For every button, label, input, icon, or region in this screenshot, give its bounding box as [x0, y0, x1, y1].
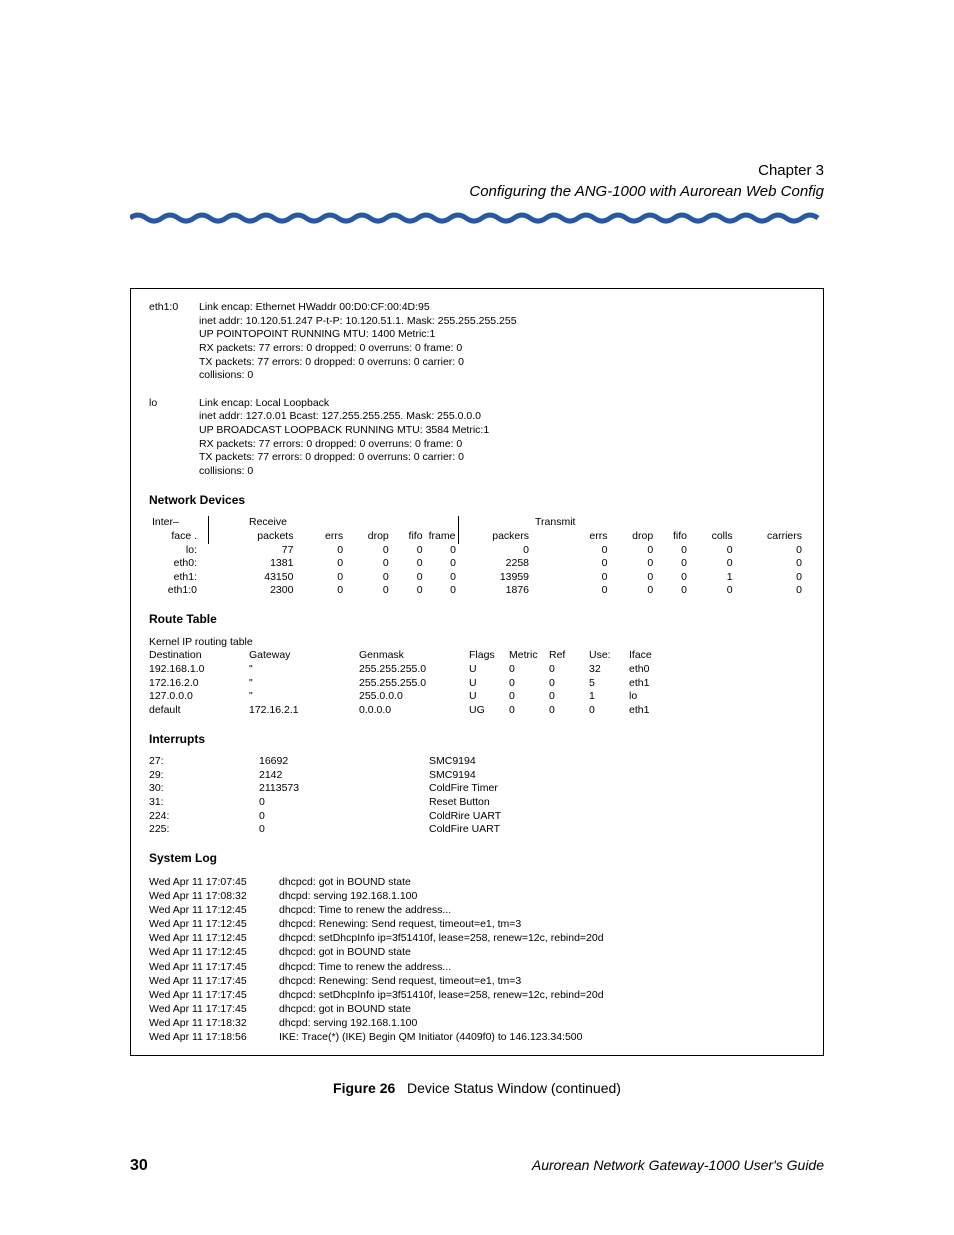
syslog-message: dhcpcd: setDhcpInfo ip=3f51410f, lease=2… [279, 988, 604, 1002]
syslog-message: dhcpcd: Time to renew the address... [279, 960, 451, 974]
route-row: default172.16.2.10.0.0.0UG000eth1 [149, 704, 669, 718]
section-route-table: Route Table [149, 612, 805, 628]
syslog-message: dhcpcd: Renewing: Send request, timeout=… [279, 974, 521, 988]
syslog-message: dhcpcd: setDhcpInfo ip=3f51410f, lease=2… [279, 931, 604, 945]
syslog-message: dhcpd: serving 192.168.1.100 [279, 889, 417, 903]
page: Chapter 3 Configuring the ANG-1000 with … [0, 0, 954, 1235]
interrupt-row: 27:16692SMC9194 [149, 755, 531, 769]
netdev-row: eth0:13810000225800000 [149, 557, 805, 571]
syslog-entry: Wed Apr 11 17:07:45dhcpcd: got in BOUND … [149, 875, 805, 889]
interrupt-row: 29:2142SMC9194 [149, 769, 531, 783]
syslog-timestamp: Wed Apr 11 17:12:45 [149, 945, 279, 959]
interrupt-row: 30:2113573ColdFire Timer [149, 782, 531, 796]
netdev-row: eth1:4315000001395900010 [149, 571, 805, 585]
syslog-entry: Wed Apr 11 17:18:32dhcpd: serving 192.16… [149, 1016, 805, 1030]
syslog-entry: Wed Apr 11 17:17:45dhcpcd: Time to renew… [149, 960, 805, 974]
interface-entry: eth1:0Link encap: Ethernet HWaddr 00:D0:… [149, 301, 805, 383]
status-window: eth1:0Link encap: Ethernet HWaddr 00:D0:… [130, 288, 824, 1056]
interrupt-row: 31:0Reset Button [149, 796, 531, 810]
syslog-message: dhcpcd: got in BOUND state [279, 1002, 411, 1016]
network-devices-table: Inter– Receive Transmit face . packets e… [149, 516, 805, 598]
syslog-entry: Wed Apr 11 17:17:45dhcpcd: got in BOUND … [149, 1002, 805, 1016]
netdev-header-row: face . packets errs drop fifo frame pack… [149, 530, 805, 544]
syslog-timestamp: Wed Apr 11 17:17:45 [149, 1002, 279, 1016]
interface-detail: Link encap: Ethernet HWaddr 00:D0:CF:00:… [199, 301, 805, 383]
interface-detail: Link encap: Local Loopback inet addr: 12… [199, 397, 805, 479]
route-pretitle: Kernel IP routing table [149, 636, 805, 650]
header-transmit: Transmit [532, 516, 611, 530]
syslog-timestamp: Wed Apr 11 17:12:45 [149, 917, 279, 931]
chapter-subtitle: Configuring the ANG-1000 with Aurorean W… [130, 181, 824, 202]
route-table: Destination Gateway Genmask Flags Metric… [149, 649, 669, 717]
netdev-row: lo:770000000000 [149, 544, 805, 558]
route-row: 192.168.1.0"255.255.255.0U0032eth0 [149, 663, 669, 677]
syslog-timestamp: Wed Apr 11 17:12:45 [149, 931, 279, 945]
syslog-message: dhcpd: serving 192.168.1.100 [279, 1016, 417, 1030]
syslog-entry: Wed Apr 11 17:17:45dhcpcd: setDhcpInfo i… [149, 988, 805, 1002]
syslog-entry: Wed Apr 11 17:12:45dhcpcd: Renewing: Sen… [149, 917, 805, 931]
route-row: 172.16.2.0"255.255.255.0U005eth1 [149, 677, 669, 691]
syslog-timestamp: Wed Apr 11 17:18:56 [149, 1030, 279, 1044]
syslog-timestamp: Wed Apr 11 17:17:45 [149, 974, 279, 988]
route-header-row: Destination Gateway Genmask Flags Metric… [149, 649, 669, 663]
syslog-timestamp: Wed Apr 11 17:08:32 [149, 889, 279, 903]
syslog-timestamp: Wed Apr 11 17:07:45 [149, 875, 279, 889]
syslog-timestamp: Wed Apr 11 17:17:45 [149, 960, 279, 974]
page-footer: 30 Aurorean Network Gateway-1000 User's … [130, 1157, 824, 1175]
syslog-message: dhcpcd: got in BOUND state [279, 945, 411, 959]
chapter-label: Chapter 3 [130, 160, 824, 181]
interface-entry: loLink encap: Local Loopback inet addr: … [149, 397, 805, 479]
syslog-message: dhcpcd: Renewing: Send request, timeout=… [279, 917, 521, 931]
section-interrupts: Interrupts [149, 732, 805, 748]
figure-caption: Figure 26 Device Status Window (continue… [130, 1080, 824, 1096]
syslog-timestamp: Wed Apr 11 17:18:32 [149, 1016, 279, 1030]
page-header: Chapter 3 Configuring the ANG-1000 with … [130, 160, 824, 202]
syslog-timestamp: Wed Apr 11 17:17:45 [149, 988, 279, 1002]
syslog-entry: Wed Apr 11 17:12:45dhcpcd: Time to renew… [149, 903, 805, 917]
interface-list: eth1:0Link encap: Ethernet HWaddr 00:D0:… [149, 301, 805, 479]
interrupts-table: 27:16692SMC919429:2142SMC919430:2113573C… [149, 755, 531, 837]
figure-text: Device Status Window (continued) [407, 1080, 621, 1096]
interface-name: eth1:0 [149, 301, 199, 383]
section-system-log: System Log [149, 851, 805, 867]
wave-separator [130, 212, 824, 228]
syslog-message: IKE: Trace(*) (IKE) Begin QM Initiator (… [279, 1030, 583, 1044]
syslog-entry: Wed Apr 11 17:18:56IKE: Trace(*) (IKE) B… [149, 1030, 805, 1044]
netdev-row: eth1:023000000187600000 [149, 584, 805, 598]
section-network-devices: Network Devices [149, 493, 805, 509]
header-inter: Inter– [149, 516, 200, 530]
page-number: 30 [130, 1157, 148, 1175]
figure-label: Figure 26 [333, 1080, 395, 1096]
system-log: Wed Apr 11 17:07:45dhcpcd: got in BOUND … [149, 875, 805, 1045]
syslog-message: dhcpcd: Time to renew the address... [279, 903, 451, 917]
guide-title: Aurorean Network Gateway-1000 User's Gui… [532, 1157, 824, 1173]
route-row: 127.0.0.0"255.0.0.0U001lo [149, 690, 669, 704]
header-receive: Receive [209, 516, 347, 530]
interrupt-row: 225:0ColdFire UART [149, 823, 531, 837]
syslog-entry: Wed Apr 11 17:08:32dhcpd: serving 192.16… [149, 889, 805, 903]
syslog-entry: Wed Apr 11 17:12:45dhcpcd: got in BOUND … [149, 945, 805, 959]
syslog-message: dhcpcd: got in BOUND state [279, 875, 411, 889]
syslog-entry: Wed Apr 11 17:17:45dhcpcd: Renewing: Sen… [149, 974, 805, 988]
syslog-timestamp: Wed Apr 11 17:12:45 [149, 903, 279, 917]
interrupt-row: 224:0ColdRire UART [149, 810, 531, 824]
syslog-entry: Wed Apr 11 17:12:45dhcpcd: setDhcpInfo i… [149, 931, 805, 945]
interface-name: lo [149, 397, 199, 479]
